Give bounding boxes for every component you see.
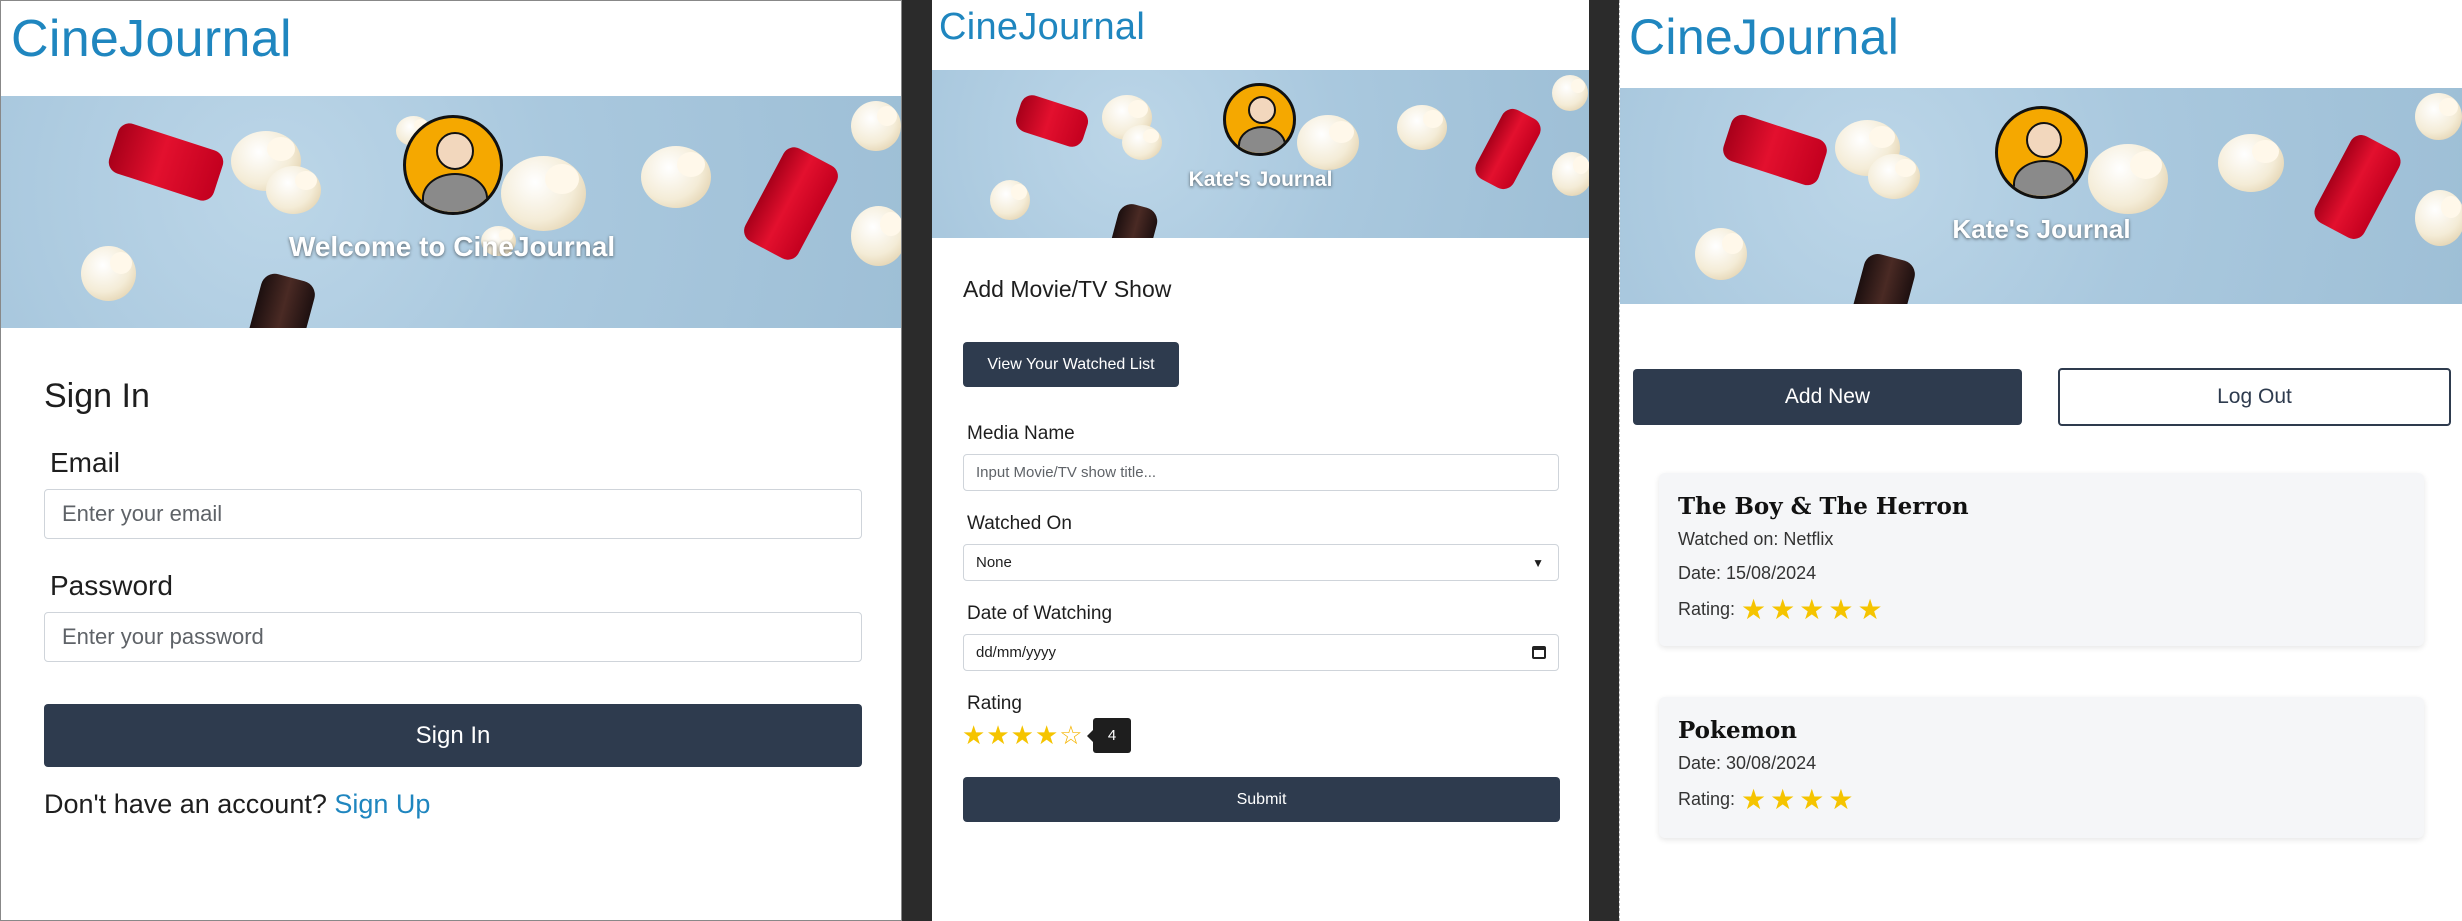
hero-banner: Kate's Journal bbox=[1620, 88, 2462, 304]
rating-tooltip: 4 bbox=[1087, 718, 1131, 753]
entry-date: Date: 30/08/2024 bbox=[1678, 753, 1817, 773]
submit-button[interactable]: Submit bbox=[963, 777, 1560, 822]
avatar-icon bbox=[1223, 83, 1296, 156]
hero-title: Welcome to CineJournal bbox=[288, 231, 616, 262]
star-filled-icon: ★ bbox=[1828, 784, 1858, 815]
password-placeholder: Enter your password bbox=[62, 624, 264, 649]
entry-rating-label: Rating: bbox=[1678, 789, 1736, 809]
signup-prompt-text: Don't have an account? bbox=[44, 789, 327, 819]
calendar-icon[interactable] bbox=[1532, 646, 1546, 659]
watched-on-select[interactable]: None ▼ bbox=[963, 544, 1559, 581]
signin-button[interactable]: Sign In bbox=[44, 704, 862, 767]
media-name-input[interactable]: Input Movie/TV show title... bbox=[963, 454, 1559, 491]
password-label: Password bbox=[50, 570, 173, 601]
star-empty-icon[interactable]: ☆ bbox=[1059, 720, 1083, 750]
star-filled-icon[interactable]: ★ bbox=[962, 720, 986, 750]
media-name-placeholder: Input Movie/TV show title... bbox=[976, 464, 1157, 481]
email-label: Email bbox=[50, 447, 121, 478]
star-filled-icon: ★ bbox=[1857, 594, 1887, 625]
rating-stars: ★★★★ bbox=[1741, 783, 1857, 816]
view-watched-list-button[interactable]: View Your Watched List bbox=[963, 342, 1179, 387]
chevron-down-icon: ▼ bbox=[1532, 555, 1544, 570]
page-title: Add Movie/TV Show bbox=[963, 276, 1172, 302]
hero-banner: Welcome to CineJournal bbox=[1, 96, 901, 328]
add-new-button[interactable]: Add New bbox=[1633, 369, 2022, 425]
watched-list-screen: CineJournal Kate's Journal Add New Log O… bbox=[1619, 0, 2462, 921]
watched-on-value: None bbox=[976, 554, 1012, 571]
star-filled-icon[interactable]: ★ bbox=[1035, 720, 1059, 750]
star-filled-icon: ★ bbox=[1828, 594, 1858, 625]
password-field[interactable]: Enter your password bbox=[44, 612, 862, 662]
star-filled-icon: ★ bbox=[1741, 594, 1771, 625]
brand-logo[interactable]: CineJournal bbox=[939, 6, 1145, 49]
date-value: dd/mm/yyyy bbox=[976, 644, 1057, 661]
date-label: Date of Watching bbox=[967, 603, 1113, 624]
entry-card[interactable]: The Boy & The Herron Watched on: Netflix… bbox=[1659, 473, 2424, 646]
star-filled-icon: ★ bbox=[1770, 784, 1800, 815]
hero-banner: Kate's Journal bbox=[932, 70, 1589, 238]
entry-title: The Boy & The Herron bbox=[1678, 493, 1969, 520]
star-filled-icon: ★ bbox=[1770, 594, 1800, 625]
star-filled-icon: ★ bbox=[1799, 594, 1829, 625]
email-placeholder: Enter your email bbox=[62, 501, 223, 526]
signup-prompt: Don't have an account? Sign Up bbox=[44, 789, 430, 820]
entry-watched-on: Watched on: Netflix bbox=[1678, 529, 1834, 549]
date-input[interactable]: dd/mm/yyyy bbox=[963, 634, 1559, 671]
entry-rating: Rating: ★★★★ bbox=[1678, 783, 1857, 816]
avatar-icon bbox=[403, 115, 503, 215]
entry-rating: Rating: ★★★★★ bbox=[1678, 593, 1887, 626]
watched-on-label: Watched On bbox=[967, 513, 1072, 534]
email-field[interactable]: Enter your email bbox=[44, 489, 862, 539]
entry-rating-label: Rating: bbox=[1678, 599, 1736, 619]
star-filled-icon: ★ bbox=[1741, 784, 1771, 815]
signin-screen: CineJournal Welcome to CineJournal Sign … bbox=[0, 0, 902, 921]
rating-stars: ★★★★★ bbox=[1741, 593, 1887, 626]
entry-card[interactable]: Pokemon Date: 30/08/2024 Rating: ★★★★ bbox=[1659, 697, 2424, 838]
brand-logo[interactable]: CineJournal bbox=[11, 9, 292, 69]
entry-title: Pokemon bbox=[1678, 717, 1797, 744]
hero-title: Kate's Journal bbox=[1952, 214, 2131, 244]
star-filled-icon: ★ bbox=[1799, 784, 1829, 815]
rating-stars[interactable]: ★★★★☆ bbox=[962, 720, 1084, 751]
rating-label: Rating bbox=[967, 693, 1022, 714]
logout-button[interactable]: Log Out bbox=[2058, 368, 2451, 426]
page-title: Sign In bbox=[44, 377, 150, 415]
avatar-icon bbox=[1995, 106, 2088, 199]
add-media-screen: CineJournal Kate's Journal Add Movie/TV … bbox=[932, 0, 1589, 921]
star-filled-icon[interactable]: ★ bbox=[986, 720, 1010, 750]
hero-title: Kate's Journal bbox=[1188, 168, 1333, 191]
signup-link[interactable]: Sign Up bbox=[334, 789, 430, 819]
entry-date: Date: 15/08/2024 bbox=[1678, 563, 1817, 583]
star-filled-icon[interactable]: ★ bbox=[1011, 720, 1035, 750]
media-name-label: Media Name bbox=[967, 423, 1075, 444]
brand-logo[interactable]: CineJournal bbox=[1629, 8, 1899, 66]
